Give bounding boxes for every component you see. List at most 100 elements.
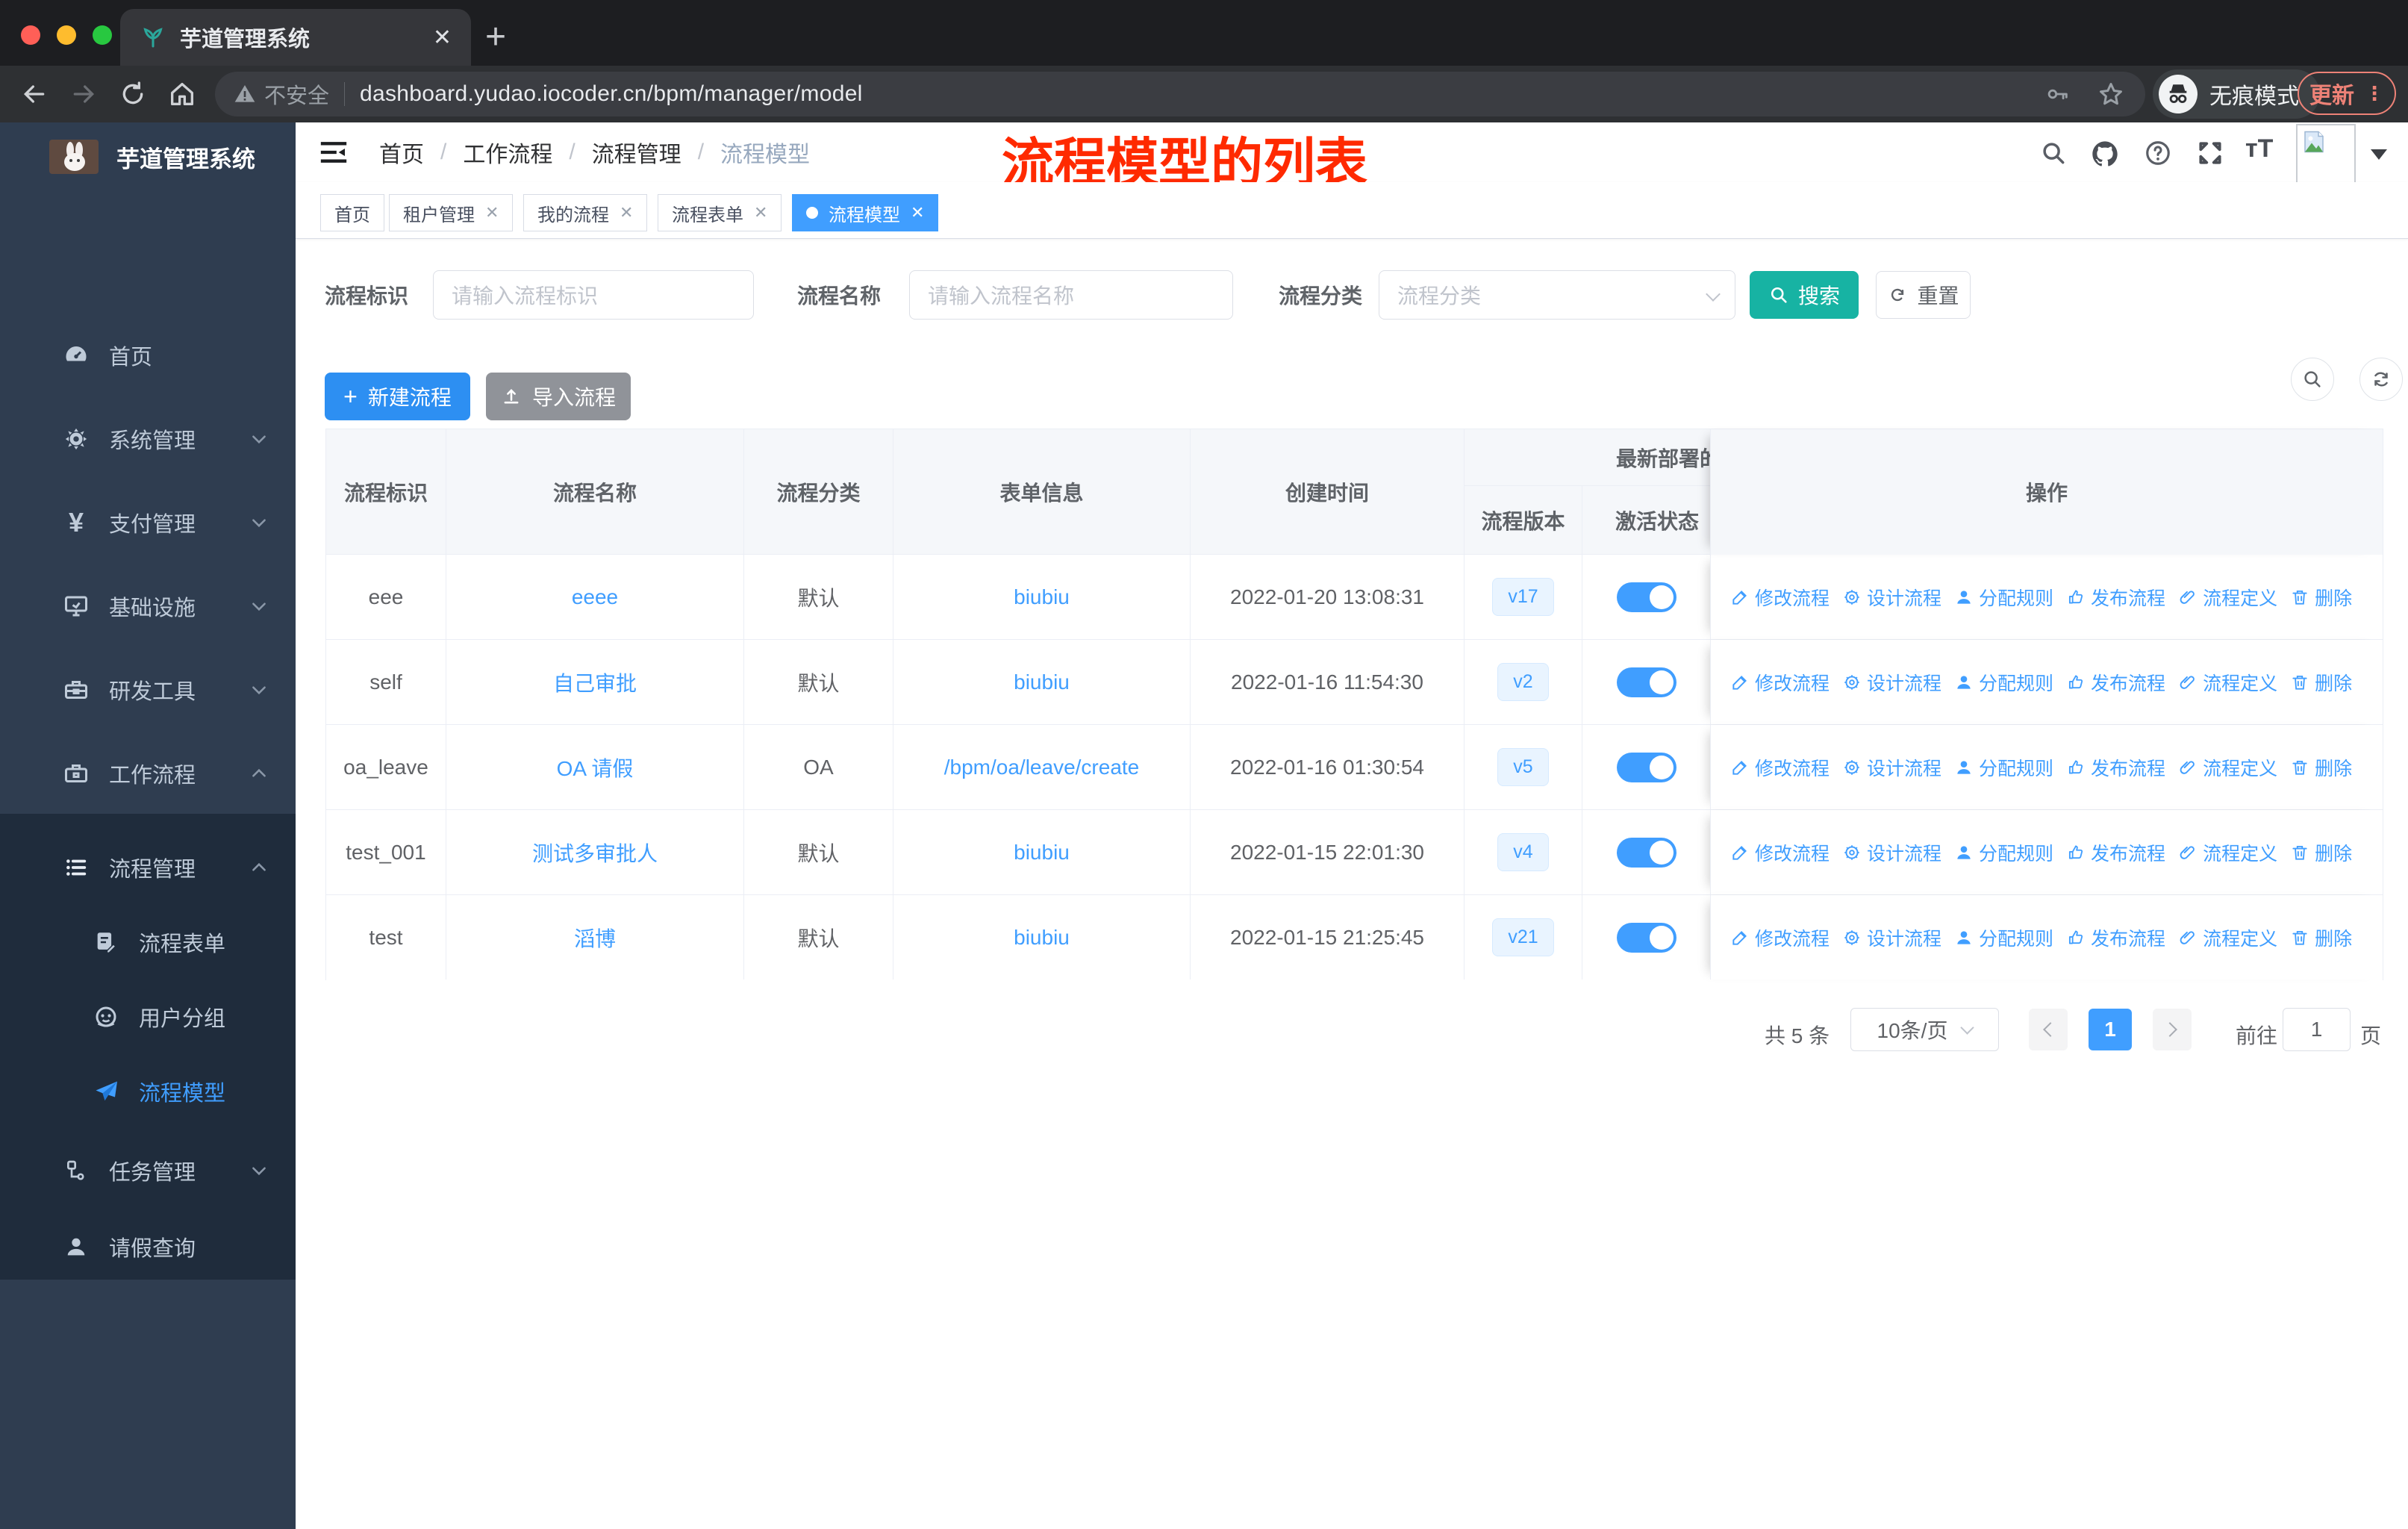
cell-process-name-link[interactable]: 自己审批: [446, 640, 744, 724]
sidebar-fold-icon[interactable]: [318, 137, 349, 167]
cell-form-link[interactable]: biubiu: [893, 810, 1191, 894]
publish-process-link[interactable]: 发布流程: [2066, 669, 2165, 696]
publish-process-link[interactable]: 发布流程: [2066, 584, 2165, 611]
design-process-link[interactable]: 设计流程: [1842, 839, 1941, 866]
window-zoom-button[interactable]: [93, 25, 112, 45]
breadcrumb-item[interactable]: 流程管理: [592, 136, 681, 169]
cell-process-name-link[interactable]: 滔博: [446, 895, 744, 980]
table-refresh-button[interactable]: [2359, 358, 2403, 401]
prev-page-button[interactable]: [2029, 1009, 2068, 1050]
font-size-icon[interactable]: ᴛT: [2245, 134, 2273, 164]
help-icon[interactable]: [2144, 139, 2172, 167]
breadcrumb-item[interactable]: 首页: [379, 136, 424, 169]
search-icon[interactable]: [2039, 139, 2068, 167]
modify-process-link[interactable]: 修改流程: [1730, 754, 1830, 781]
assign-rule-link[interactable]: 分配规则: [1954, 754, 2053, 781]
reload-icon[interactable]: [118, 79, 148, 109]
new-tab-button[interactable]: +: [485, 16, 506, 57]
delete-link[interactable]: 删除: [2290, 584, 2352, 611]
design-process-link[interactable]: 设计流程: [1842, 584, 1941, 611]
sidebar-item-leave-query[interactable]: 请假查询: [0, 1209, 296, 1284]
cell-process-name-link[interactable]: 测试多审批人: [446, 810, 744, 894]
design-process-link[interactable]: 设计流程: [1842, 754, 1941, 781]
key-icon[interactable]: [2045, 81, 2071, 107]
tab-close-icon[interactable]: ✕: [433, 25, 452, 51]
next-page-button[interactable]: [2153, 1009, 2192, 1050]
process-definition-link[interactable]: 流程定义: [2178, 584, 2277, 611]
forward-icon[interactable]: [69, 79, 99, 109]
cell-process-name-link[interactable]: OA 请假: [446, 725, 744, 809]
browser-update-button[interactable]: 更新 ⋮: [2298, 72, 2396, 115]
publish-process-link[interactable]: 发布流程: [2066, 754, 2165, 781]
modify-process-link[interactable]: 修改流程: [1730, 839, 1830, 866]
goto-page-input[interactable]: 1: [2283, 1008, 2351, 1051]
close-icon[interactable]: ✕: [620, 203, 633, 222]
tag-my-process[interactable]: 我的流程 ✕: [523, 194, 648, 231]
bookmark-star-icon[interactable]: [2097, 81, 2124, 108]
assign-rule-link[interactable]: 分配规则: [1954, 584, 2053, 611]
process-definition-link[interactable]: 流程定义: [2178, 839, 2277, 866]
delete-link[interactable]: 删除: [2290, 839, 2352, 866]
cell-process-name-link[interactable]: eeee: [446, 555, 744, 639]
tag-tenant[interactable]: 租户管理 ✕: [389, 194, 514, 231]
cell-form-link[interactable]: /bpm/oa/leave/create: [893, 725, 1191, 809]
active-toggle[interactable]: [1616, 837, 1676, 868]
fullscreen-icon[interactable]: [2196, 139, 2224, 167]
home-icon[interactable]: [167, 79, 197, 109]
create-process-button[interactable]: + 新建流程: [325, 373, 470, 420]
avatar[interactable]: [2296, 124, 2356, 187]
tag-home[interactable]: 首页: [320, 194, 384, 231]
browser-menu-icon[interactable]: ⋮: [2365, 82, 2384, 105]
security-label[interactable]: 不安全: [264, 78, 329, 110]
browser-tab[interactable]: 芋道管理系统 ✕: [120, 9, 471, 66]
process-name-input[interactable]: 请输入流程名称: [909, 270, 1233, 320]
sidebar-item-infrastructure[interactable]: 基础设施: [0, 564, 296, 648]
sidebar-item-task-management[interactable]: 任务管理: [0, 1133, 296, 1208]
sidebar-item-workflow[interactable]: 工作流程: [0, 732, 296, 815]
active-toggle[interactable]: [1616, 752, 1676, 782]
sidebar-item-payment[interactable]: ¥ 支付管理: [0, 481, 296, 564]
active-toggle[interactable]: [1616, 667, 1676, 697]
modify-process-link[interactable]: 修改流程: [1730, 584, 1830, 611]
cell-form-link[interactable]: biubiu: [893, 555, 1191, 639]
app-logo[interactable]: 芋道管理系统: [0, 122, 296, 191]
page-size-select[interactable]: 10条/页: [1850, 1008, 1999, 1051]
close-icon[interactable]: ✕: [911, 203, 924, 222]
tag-process-form[interactable]: 流程表单 ✕: [658, 194, 782, 231]
process-definition-link[interactable]: 流程定义: [2178, 669, 2277, 696]
sidebar-item-home[interactable]: 首页: [0, 314, 296, 397]
modify-process-link[interactable]: 修改流程: [1730, 924, 1830, 951]
cell-form-link[interactable]: biubiu: [893, 895, 1191, 980]
address-bar[interactable]: 不安全 dashboard.yudao.iocoder.cn/bpm/manag…: [215, 72, 2145, 116]
process-definition-link[interactable]: 流程定义: [2178, 924, 2277, 951]
sidebar-item-process-form[interactable]: 流程表单: [0, 905, 296, 980]
window-minimize-button[interactable]: [57, 25, 76, 45]
tag-process-model[interactable]: 流程模型 ✕: [792, 194, 939, 231]
delete-link[interactable]: 删除: [2290, 924, 2352, 951]
design-process-link[interactable]: 设计流程: [1842, 669, 1941, 696]
table-search-button[interactable]: [2291, 358, 2334, 401]
sidebar-item-process-management[interactable]: 流程管理: [0, 830, 296, 905]
active-toggle[interactable]: [1616, 922, 1676, 953]
page-number-button[interactable]: 1: [2089, 1009, 2132, 1050]
modify-process-link[interactable]: 修改流程: [1730, 669, 1830, 696]
process-definition-link[interactable]: 流程定义: [2178, 754, 2277, 781]
search-button[interactable]: 搜索: [1750, 271, 1859, 319]
assign-rule-link[interactable]: 分配规则: [1954, 924, 2053, 951]
design-process-link[interactable]: 设计流程: [1842, 924, 1941, 951]
avatar-caret-icon[interactable]: [2371, 149, 2387, 160]
process-category-select[interactable]: 流程分类: [1379, 270, 1735, 320]
sidebar-item-system[interactable]: 系统管理: [0, 397, 296, 481]
active-toggle[interactable]: [1616, 582, 1676, 612]
sidebar-item-process-model[interactable]: 流程模型: [0, 1054, 296, 1129]
publish-process-link[interactable]: 发布流程: [2066, 924, 2165, 951]
assign-rule-link[interactable]: 分配规则: [1954, 839, 2053, 866]
cell-form-link[interactable]: biubiu: [893, 640, 1191, 724]
sidebar-item-devtools[interactable]: 研发工具: [0, 648, 296, 732]
assign-rule-link[interactable]: 分配规则: [1954, 669, 2053, 696]
publish-process-link[interactable]: 发布流程: [2066, 839, 2165, 866]
sidebar-item-user-group[interactable]: 用户分组: [0, 980, 296, 1054]
delete-link[interactable]: 删除: [2290, 669, 2352, 696]
close-icon[interactable]: ✕: [754, 203, 767, 222]
import-process-button[interactable]: 导入流程: [486, 373, 631, 420]
